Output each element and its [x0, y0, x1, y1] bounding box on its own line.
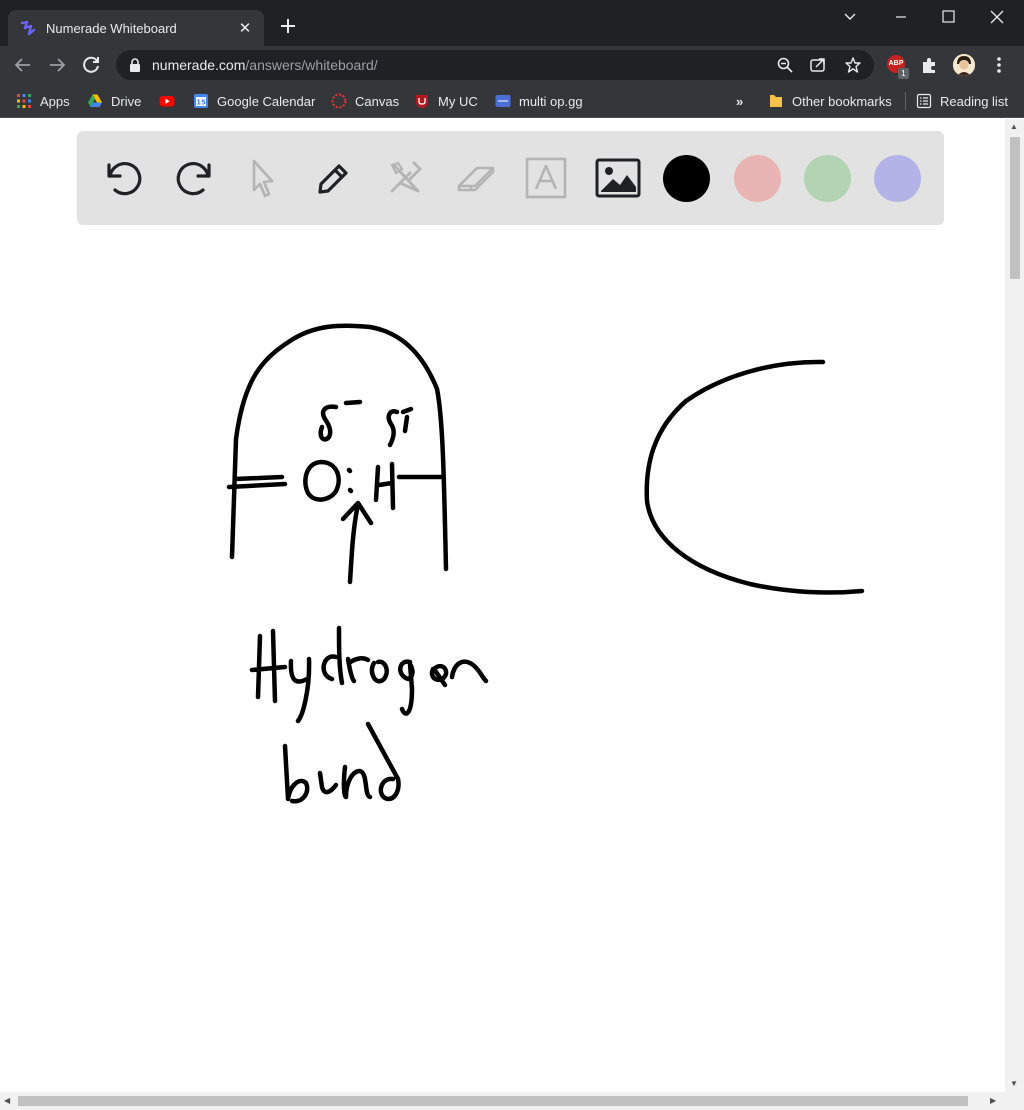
reading-list-icon — [916, 93, 932, 109]
browser-toolbar: numerade.com/answers/whiteboard/ ABP 1 — [0, 46, 1024, 84]
text-tool-button[interactable] — [521, 153, 571, 203]
scroll-down-arrow-icon[interactable]: ▼ — [1010, 1079, 1018, 1088]
lone-pair-stroke — [346, 467, 354, 494]
undo-icon — [107, 162, 142, 196]
scroll-up-arrow-icon[interactable]: ▲ — [1010, 122, 1018, 131]
browser-menu-icon[interactable] — [988, 54, 1010, 76]
delta-minus-stroke — [318, 399, 363, 442]
whiteboard-toolbar — [77, 131, 944, 225]
bookmarks-bar: Apps Drive 15 Google Calendar Canvas My … — [0, 84, 1024, 118]
youtube-icon — [159, 96, 175, 107]
bookmark-label: Apps — [40, 93, 70, 109]
bookmark-label: My UC — [438, 93, 478, 109]
reading-list-label: Reading list — [940, 93, 1008, 109]
pen-icon — [318, 164, 348, 194]
uc-icon — [416, 95, 428, 109]
undo-button[interactable] — [99, 153, 149, 203]
vertical-scrollbar[interactable]: ▲ ▼ — [1005, 119, 1024, 1092]
bond-line-stroke — [226, 474, 288, 490]
folder-icon — [770, 95, 782, 107]
eraser-icon — [457, 166, 495, 192]
bookmark-apps[interactable]: Apps — [16, 91, 70, 111]
apps-grid-icon — [17, 94, 31, 108]
new-tab-icon[interactable] — [276, 14, 300, 38]
color-swatch-green[interactable] — [804, 155, 851, 202]
redo-button[interactable] — [169, 153, 219, 203]
scroll-right-arrow-icon[interactable]: ▶ — [990, 1096, 996, 1105]
tab-title: Numerade Whiteboard — [46, 20, 177, 36]
bookmark-canvas[interactable]: Canvas — [331, 91, 399, 111]
tools-icon — [390, 161, 422, 193]
extensions-puzzle-icon[interactable] — [919, 54, 941, 76]
scroll-left-arrow-icon[interactable]: ◀ — [4, 1096, 10, 1105]
profile-avatar[interactable] — [953, 54, 975, 76]
url-domain: numerade.com — [152, 57, 246, 73]
address-bar[interactable]: numerade.com/answers/whiteboard/ — [116, 50, 874, 80]
oxygen-letter-stroke — [303, 459, 341, 502]
other-bookmarks-folder[interactable]: Other bookmarks — [768, 91, 892, 111]
bookmark-label: Google Calendar — [217, 93, 316, 109]
delta-plus-stroke — [386, 406, 414, 448]
bookmarks-divider — [905, 92, 906, 110]
pen-tool-button[interactable] — [309, 153, 359, 203]
bookmark-my-uc[interactable]: My UC — [414, 91, 478, 111]
bond-word-stroke — [282, 721, 401, 804]
lock-icon[interactable] — [126, 56, 144, 74]
url-path: /answers/whiteboard/ — [245, 57, 378, 73]
molecule-outline-stroke — [229, 323, 449, 572]
pointer-tool-button[interactable] — [239, 153, 289, 203]
other-bookmarks-label: Other bookmarks — [792, 93, 892, 109]
calendar-icon: 15 — [194, 94, 208, 108]
pointer-icon — [252, 159, 274, 198]
color-swatch-lavender[interactable] — [874, 155, 921, 202]
color-swatch-pink[interactable] — [734, 155, 781, 202]
drive-icon — [88, 94, 102, 107]
canvas-icon — [331, 93, 347, 109]
eraser-tool-button[interactable] — [451, 153, 501, 203]
zoom-icon[interactable] — [776, 56, 794, 74]
hydrogen-letter-stroke — [373, 461, 396, 511]
bookmark-label: Drive — [111, 93, 142, 109]
close-tab-icon[interactable]: ✕ — [236, 19, 254, 37]
svg-text:15: 15 — [196, 99, 206, 107]
url-text: numerade.com/answers/whiteboard/ — [152, 57, 378, 73]
bookmark-google-calendar[interactable]: 15 Google Calendar — [193, 91, 315, 111]
browser-titlebar: Numerade Whiteboard ✕ — [0, 0, 1024, 46]
arrow-stroke — [340, 500, 374, 585]
whiteboard-page — [0, 119, 1005, 1092]
close-window-icon[interactable] — [982, 6, 1012, 28]
color-swatch-black[interactable] — [663, 155, 710, 202]
back-icon[interactable] — [12, 54, 34, 76]
vertical-scroll-thumb[interactable] — [1010, 137, 1020, 279]
numerade-logo-icon — [20, 20, 36, 36]
image-tool-button[interactable] — [593, 153, 643, 203]
opgg-icon — [495, 95, 511, 107]
tab-search-chevron-icon[interactable] — [835, 6, 865, 28]
bookmark-label: multi op.gg — [519, 93, 583, 109]
maximize-icon[interactable] — [933, 6, 963, 28]
share-icon[interactable] — [809, 56, 827, 74]
tools-button[interactable] — [380, 153, 430, 203]
reading-list-button[interactable]: Reading list — [916, 91, 1008, 111]
horizontal-scrollbar[interactable]: ◀ ▶ — [0, 1092, 1024, 1110]
forward-icon[interactable] — [46, 54, 68, 76]
minimize-icon[interactable] — [886, 6, 916, 28]
redo-icon — [176, 162, 211, 196]
whiteboard-canvas[interactable] — [0, 119, 1005, 1092]
reload-icon[interactable] — [80, 54, 102, 76]
browser-tab[interactable]: Numerade Whiteboard ✕ — [8, 10, 264, 46]
bookmark-youtube[interactable] — [159, 91, 183, 111]
partial-circle-stroke — [644, 359, 865, 595]
hydrogen-word-stroke — [249, 625, 489, 724]
bookmark-star-icon[interactable] — [844, 56, 862, 74]
bookmark-multi-opgg[interactable]: multi op.gg — [495, 91, 583, 111]
extension-count-badge: 1 — [898, 68, 909, 79]
horizontal-scroll-thumb[interactable] — [18, 1096, 968, 1106]
bookmark-drive[interactable]: Drive — [87, 91, 141, 111]
avatar-image-icon — [953, 54, 975, 76]
image-icon — [595, 158, 641, 198]
text-icon — [525, 157, 567, 199]
bookmark-label: Canvas — [355, 93, 400, 109]
bookmarks-overflow-button[interactable]: » — [736, 91, 743, 111]
